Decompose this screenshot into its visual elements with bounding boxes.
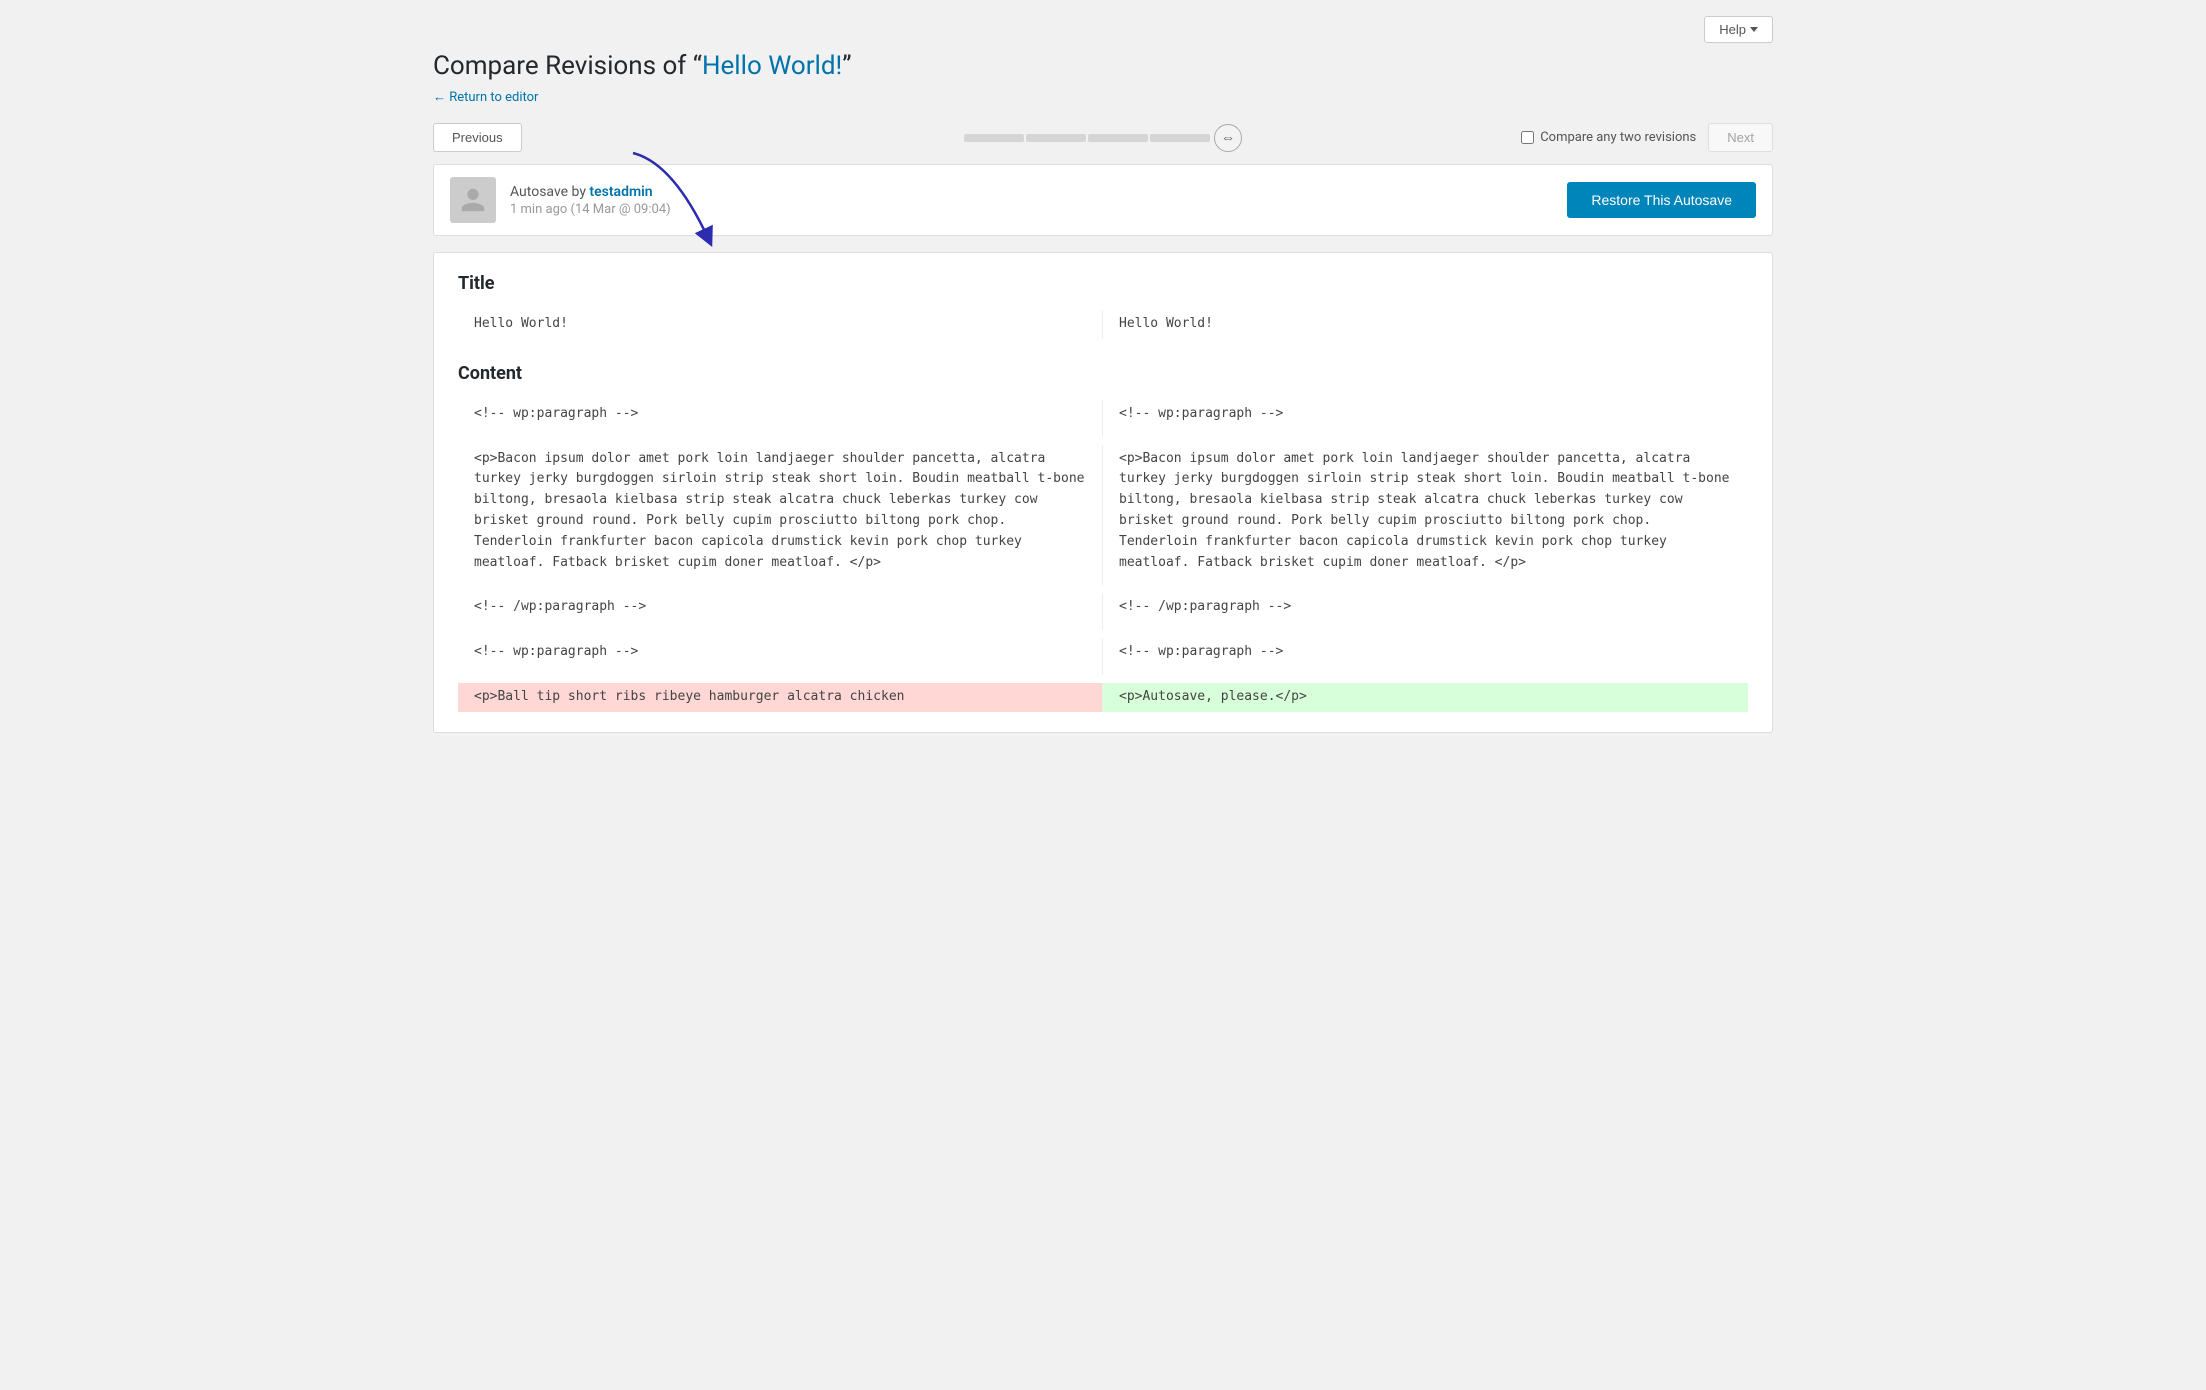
author-name: testadmin bbox=[589, 184, 652, 200]
revision-info: Autosave by testadmin 1 min ago (14 Mar … bbox=[450, 177, 671, 223]
diff-right-cell: <!-- wp:paragraph --> bbox=[1103, 638, 1748, 667]
content-section-label: Content bbox=[458, 363, 1748, 384]
title-section-label: Title bbox=[458, 273, 1748, 294]
revision-bar: Autosave by testadmin 1 min ago (14 Mar … bbox=[433, 164, 1773, 236]
diff-lines: <!-- wp:paragraph --><!-- wp:paragraph -… bbox=[458, 400, 1748, 712]
revision-slider[interactable]: ⇔ bbox=[964, 124, 1242, 152]
diff-line-row: <p>Bacon ipsum dolor amet pork loin land… bbox=[458, 445, 1748, 578]
compare-checkbox[interactable] bbox=[1521, 131, 1534, 144]
diff-left-cell: <!-- wp:paragraph --> bbox=[458, 638, 1103, 667]
return-to-editor-link[interactable]: ← Return to editor bbox=[433, 89, 538, 105]
post-title-link[interactable]: Hello World! bbox=[702, 51, 842, 81]
diff-left-cell: <p>Ball tip short ribs ribeye hamburger … bbox=[458, 683, 1103, 712]
diff-line-row: <p>Ball tip short ribs ribeye hamburger … bbox=[458, 683, 1748, 712]
diff-right-cell: <!-- wp:paragraph --> bbox=[1103, 400, 1748, 429]
diff-left-cell: <!-- wp:paragraph --> bbox=[458, 400, 1103, 429]
diff-right-cell: <p>Autosave, please.</p> bbox=[1103, 683, 1748, 712]
diff-left-cell: <p>Bacon ipsum dolor amet pork loin land… bbox=[458, 445, 1103, 578]
help-button[interactable]: Help bbox=[1704, 16, 1773, 43]
diff-line-row: <!-- /wp:paragraph --><!-- /wp:paragraph… bbox=[458, 593, 1748, 622]
diff-right-cell bbox=[1103, 429, 1748, 437]
next-button[interactable]: Next bbox=[1708, 123, 1773, 152]
avatar bbox=[450, 177, 496, 223]
left-title: Hello World! bbox=[458, 310, 1103, 339]
slider-thumb-icon: ⇔ bbox=[1221, 129, 1235, 146]
navigation-row: Previous ⇔ Compare any two revisions bbox=[433, 123, 1773, 152]
help-dropdown-icon bbox=[1750, 27, 1758, 32]
diff-right-cell bbox=[1103, 577, 1748, 585]
diff-left-cell bbox=[458, 622, 1103, 630]
diff-left-cell: <!-- /wp:paragraph --> bbox=[458, 593, 1103, 622]
compare-label: Compare any two revisions bbox=[1540, 130, 1696, 145]
restore-autosave-button[interactable]: Restore This Autosave bbox=[1567, 182, 1756, 218]
slider-segment bbox=[1088, 134, 1148, 142]
diff-left-cell bbox=[458, 429, 1103, 437]
page-title: Compare Revisions of “Hello World!” bbox=[433, 51, 1773, 81]
diff-line-row bbox=[458, 667, 1748, 675]
diff-right-cell bbox=[1103, 667, 1748, 675]
right-title: Hello World! bbox=[1103, 310, 1748, 339]
diff-line-row: <!-- wp:paragraph --><!-- wp:paragraph -… bbox=[458, 400, 1748, 429]
revision-time: 1 min ago (14 Mar @ 09:04) bbox=[510, 202, 671, 217]
diff-right-cell bbox=[1103, 622, 1748, 630]
previous-button[interactable]: Previous bbox=[433, 123, 522, 152]
slider-track bbox=[964, 134, 1210, 142]
help-label: Help bbox=[1719, 22, 1746, 37]
diff-line-row bbox=[458, 577, 1748, 585]
title-diff-row: Hello World! Hello World! bbox=[458, 310, 1748, 339]
diff-line-row: <!-- wp:paragraph --><!-- wp:paragraph -… bbox=[458, 638, 1748, 667]
slider-segment bbox=[1150, 134, 1210, 142]
diff-left-cell bbox=[458, 577, 1103, 585]
compare-two-revisions-area: Compare any two revisions bbox=[1521, 130, 1696, 145]
diff-container: Title Hello World! Hello World! Content … bbox=[433, 252, 1773, 733]
slider-segment bbox=[964, 134, 1024, 142]
diff-right-cell: <p>Bacon ipsum dolor amet pork loin land… bbox=[1103, 445, 1748, 578]
diff-line-row bbox=[458, 429, 1748, 437]
revision-author: Autosave by testadmin bbox=[510, 184, 671, 200]
revision-meta: Autosave by testadmin 1 min ago (14 Mar … bbox=[510, 184, 671, 217]
diff-left-cell bbox=[458, 667, 1103, 675]
diff-line-row bbox=[458, 622, 1748, 630]
diff-right-cell: <!-- /wp:paragraph --> bbox=[1103, 593, 1748, 622]
slider-thumb[interactable]: ⇔ bbox=[1214, 124, 1242, 152]
slider-segment bbox=[1026, 134, 1086, 142]
